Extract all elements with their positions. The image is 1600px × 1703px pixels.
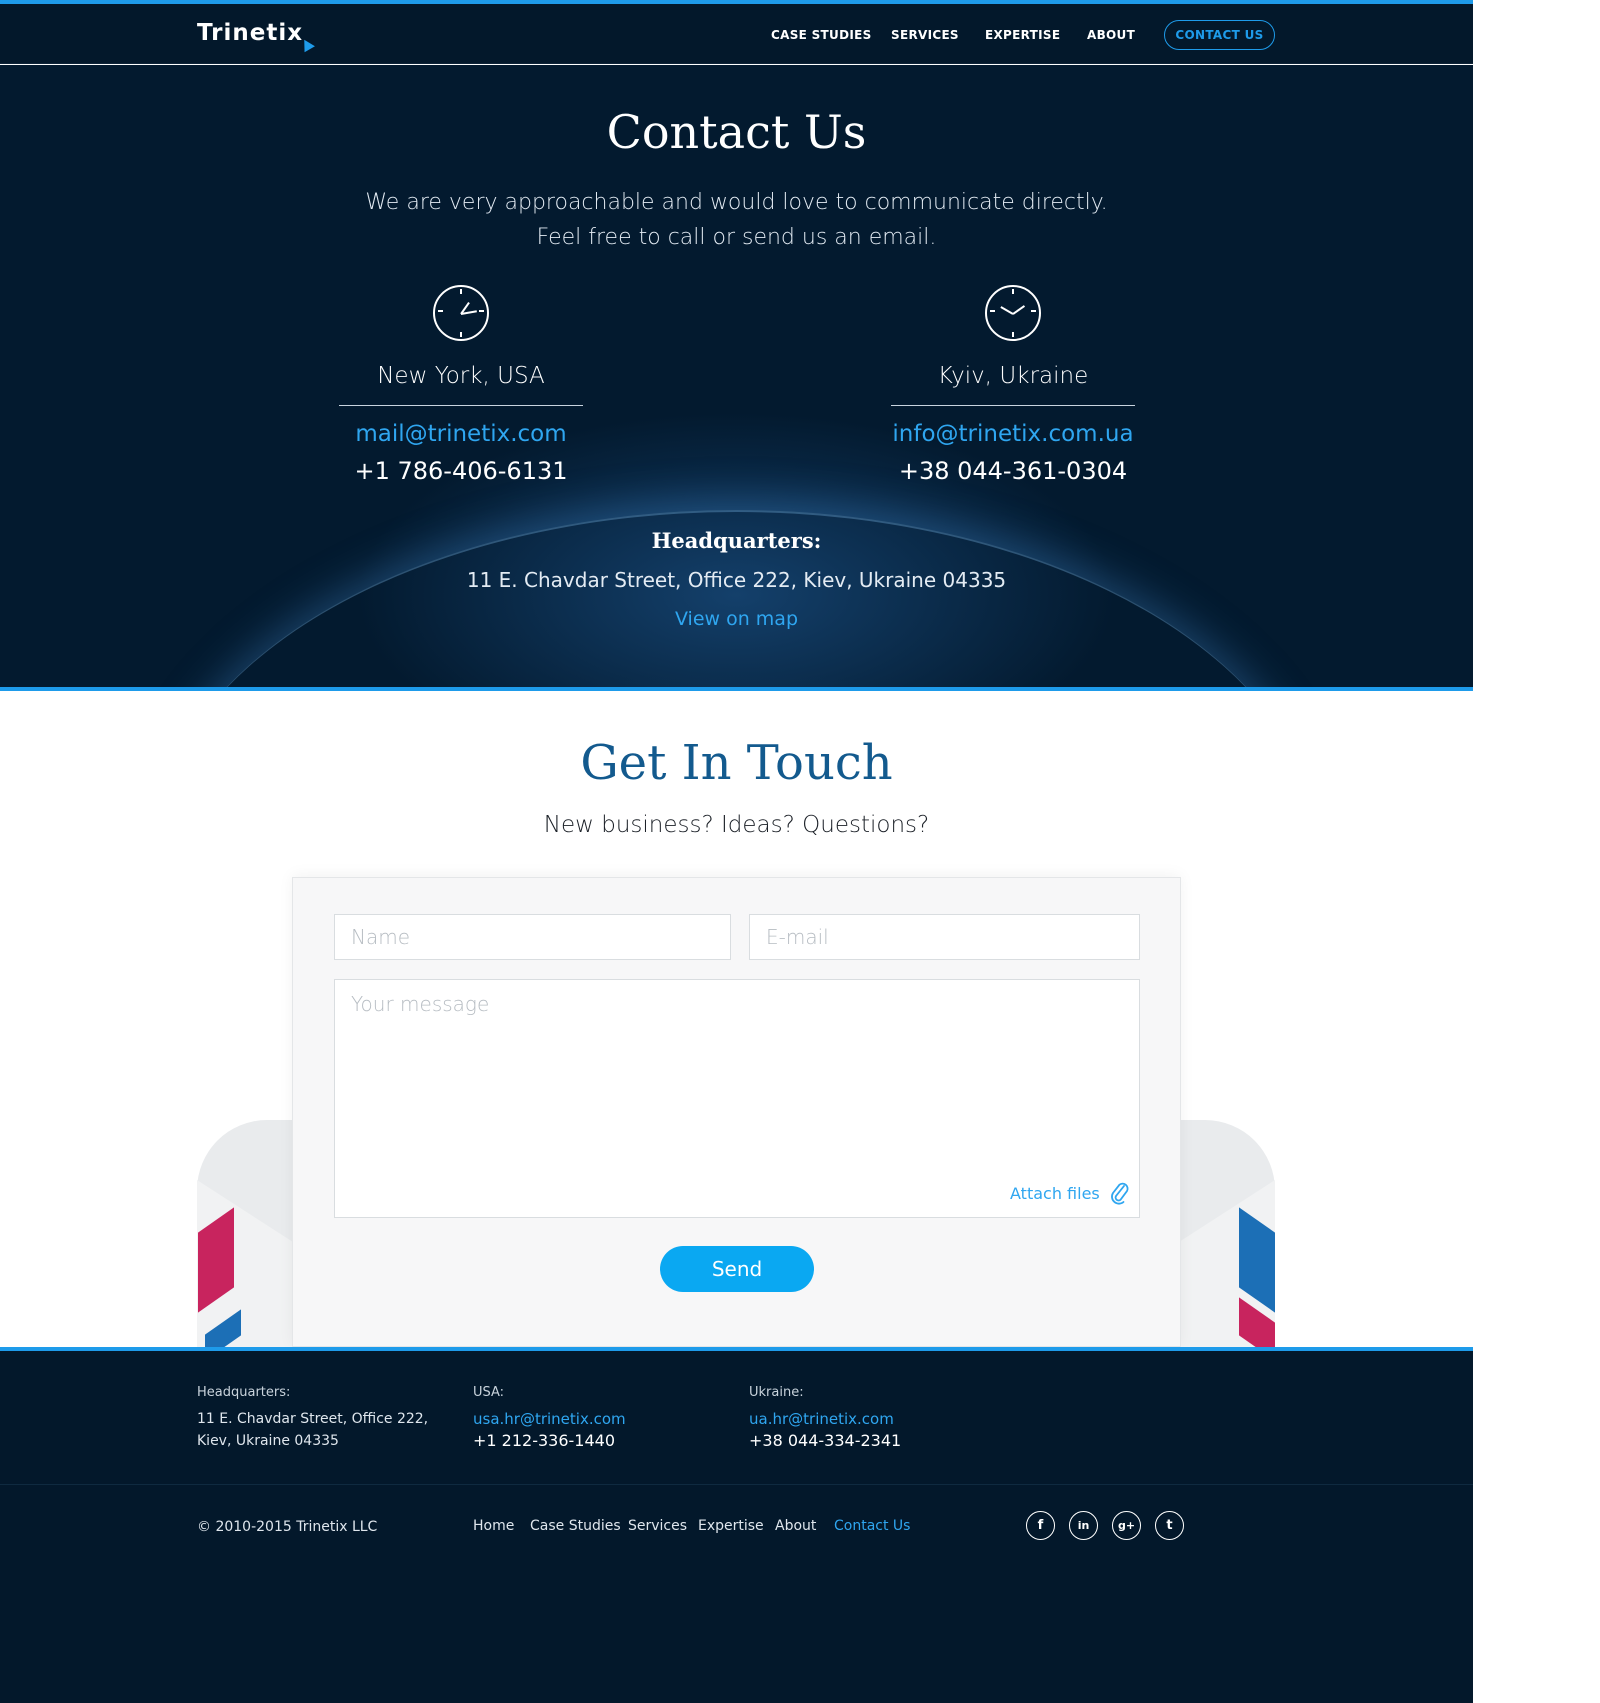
nav-contact-us-button[interactable]: CONTACT US xyxy=(1164,20,1275,50)
footer-link-expertise[interactable]: Expertise xyxy=(698,1518,764,1534)
view-on-map-link[interactable]: View on map xyxy=(0,608,1473,630)
footer-headquarters: Headquarters: 11 E. Chavdar Street, Offi… xyxy=(197,1382,428,1452)
twitter-icon[interactable]: t xyxy=(1155,1511,1184,1540)
send-button[interactable]: Send xyxy=(660,1246,814,1292)
site-header: Trinetix CASE STUDIES SERVICES EXPERTISE… xyxy=(0,4,1473,64)
headquarters-address: 11 E. Chavdar Street, Office 222, Kiev, … xyxy=(466,568,1007,592)
footer-usa-phone: +1 212-336-1440 xyxy=(473,1431,616,1450)
office-email-link[interactable]: info@trinetix.com.ua xyxy=(891,421,1135,447)
linkedin-icon[interactable]: in xyxy=(1069,1511,1098,1540)
hero-divider-line xyxy=(0,687,1473,691)
email-input[interactable]: E-mail xyxy=(749,914,1140,960)
office-email-link[interactable]: mail@trinetix.com xyxy=(339,421,583,447)
footer-ukraine: Ukraine: ua.hr@trinetix.com +38 044-334-… xyxy=(749,1382,901,1452)
office-new-york: New York, USA mail@trinetix.com +1 786-4… xyxy=(339,285,583,485)
get-in-touch-title: Get In Touch xyxy=(580,735,893,791)
footer-link-services[interactable]: Services xyxy=(628,1518,687,1534)
nav-expertise[interactable]: EXPERTISE xyxy=(985,28,1060,42)
footer-ukraine-label: Ukraine: xyxy=(749,1385,804,1400)
footer-hq-address-line-1: 11 E. Chavdar Street, Office 222, xyxy=(197,1411,429,1427)
clock-icon xyxy=(433,285,489,341)
office-kyiv: Kyiv, Ukraine info@trinetix.com.ua +38 0… xyxy=(891,285,1135,485)
google-plus-icon[interactable]: g+ xyxy=(1112,1511,1141,1540)
name-input[interactable]: Name xyxy=(334,914,731,960)
footer-link-about[interactable]: About xyxy=(775,1518,816,1534)
attach-files-button[interactable]: Attach files xyxy=(1010,1180,1130,1206)
get-in-touch-subtitle: New business? Ideas? Questions? xyxy=(543,812,930,838)
nav-case-studies[interactable]: CASE STUDIES xyxy=(771,28,872,42)
contact-hero: Contact Us We are very approachable and … xyxy=(0,65,1473,687)
nav-services[interactable]: SERVICES xyxy=(891,28,959,42)
footer-link-home[interactable]: Home xyxy=(473,1518,514,1534)
footer-link-contact-us[interactable]: Contact Us xyxy=(834,1518,910,1534)
page-title: Contact Us xyxy=(606,105,867,159)
attach-files-label: Attach files xyxy=(1010,1183,1100,1203)
footer-link-case-studies[interactable]: Case Studies xyxy=(530,1518,621,1534)
footer-hq-label: Headquarters: xyxy=(197,1385,291,1400)
logo[interactable]: Trinetix xyxy=(197,20,303,46)
clock-icon xyxy=(985,285,1041,341)
footer-usa-label: USA: xyxy=(473,1385,505,1400)
footer-ukraine-email-link[interactable]: ua.hr@trinetix.com xyxy=(749,1408,901,1430)
office-city: Kyiv, Ukraine xyxy=(891,363,1135,406)
hero-subtitle-line-1: We are very approachable and would love … xyxy=(365,190,1108,215)
facebook-icon[interactable]: f xyxy=(1026,1511,1055,1540)
footer-ukraine-phone: +38 044-334-2341 xyxy=(749,1431,902,1450)
paperclip-icon xyxy=(1110,1182,1129,1205)
office-phone: +38 044-361-0304 xyxy=(898,457,1128,485)
hero-subtitle-line-2: Feel free to call or send us an email. xyxy=(536,225,937,250)
nav-about[interactable]: ABOUT xyxy=(1087,28,1135,42)
footer-divider xyxy=(0,1484,1473,1485)
office-city: New York, USA xyxy=(339,363,583,406)
footer-copyright: © 2010-2015 Trinetix LLC xyxy=(197,1519,378,1535)
footer-usa: USA: usa.hr@trinetix.com +1 212-336-1440 xyxy=(473,1382,626,1452)
footer-usa-email-link[interactable]: usa.hr@trinetix.com xyxy=(473,1408,626,1430)
footer-hq-address-line-2: Kiev, Ukraine 04335 xyxy=(197,1433,339,1449)
office-phone: +1 786-406-6131 xyxy=(354,457,568,485)
headquarters-title: Headquarters: xyxy=(651,528,822,553)
hero-subtitle: We are very approachable and would love … xyxy=(0,185,1473,255)
